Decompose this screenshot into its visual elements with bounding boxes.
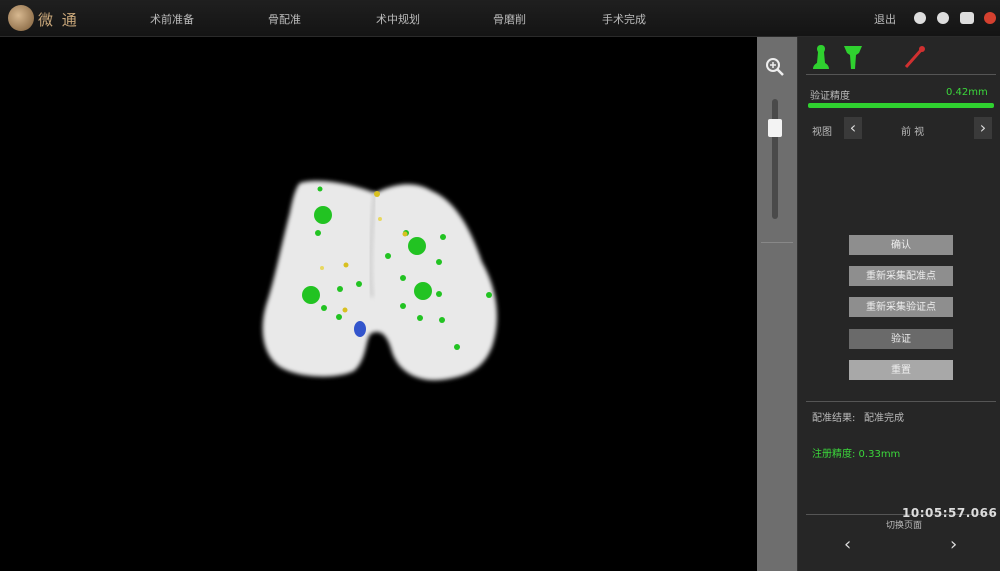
view-label: 视图 xyxy=(812,127,832,138)
zoom-toolbar xyxy=(757,37,797,571)
registration-marker xyxy=(408,237,426,255)
verification-point xyxy=(343,262,349,268)
app-logo xyxy=(8,5,34,31)
registration-point xyxy=(486,292,492,298)
app-logo-text: 微 通 xyxy=(38,11,79,29)
registration-point xyxy=(356,281,362,287)
registration-point xyxy=(400,275,406,281)
registration-point xyxy=(436,291,442,297)
verification-point xyxy=(342,307,348,313)
registration-marker xyxy=(414,282,432,300)
exit-label[interactable]: 退出 xyxy=(874,11,896,27)
verification-point xyxy=(378,217,382,221)
view-prev-button[interactable]: ‹ xyxy=(844,117,862,139)
registration-point xyxy=(336,314,342,320)
femur-condyle-surface xyxy=(262,180,497,381)
femur-tool-icon[interactable] xyxy=(808,43,834,71)
registration-point xyxy=(440,234,446,240)
probe-tip-marker xyxy=(354,321,366,337)
registration-point xyxy=(417,315,423,321)
settings-icon[interactable] xyxy=(937,12,949,24)
verification-point xyxy=(320,266,324,270)
registration-marker xyxy=(314,206,332,224)
verify-button[interactable]: 验证 xyxy=(849,329,953,349)
zoom-slider-track[interactable] xyxy=(772,99,778,219)
recollect-verification-button[interactable]: 重新采集验证点 xyxy=(849,297,953,317)
registration-point xyxy=(337,286,343,292)
nav-tab-registration[interactable]: 骨配准 xyxy=(268,11,301,27)
registration-result: 注册精度: 0.33mm xyxy=(812,449,901,460)
camera-icon[interactable] xyxy=(960,12,974,24)
nav-tab-planning[interactable]: 术中规划 xyxy=(376,11,420,27)
registration-point xyxy=(321,305,327,311)
registration-marker xyxy=(302,286,320,304)
probe-tool-icon[interactable] xyxy=(902,43,928,71)
page-prev-button[interactable]: ‹ xyxy=(844,534,851,555)
nav-tab-complete[interactable]: 手术完成 xyxy=(602,11,646,27)
registration-point xyxy=(317,186,323,192)
confirm-button[interactable]: 确认 xyxy=(849,235,953,255)
page-switch-label: 切换页面 xyxy=(886,521,923,531)
user-icon[interactable] xyxy=(914,12,926,24)
panel-divider xyxy=(806,401,996,402)
page-next-button[interactable]: › xyxy=(950,534,957,555)
registration-point xyxy=(385,253,391,259)
nav-tab-milling[interactable]: 骨磨削 xyxy=(493,11,526,27)
verification-point xyxy=(374,191,380,197)
verification-point xyxy=(402,231,408,237)
registration-point xyxy=(400,303,406,309)
view-next-button[interactable]: › xyxy=(974,117,992,139)
3d-viewport[interactable] xyxy=(0,37,757,571)
accuracy-bar xyxy=(808,103,994,108)
registration-point xyxy=(454,344,460,350)
recollect-registration-button[interactable]: 重新采集配准点 xyxy=(849,266,953,286)
close-icon[interactable] xyxy=(984,12,996,24)
zoom-divider xyxy=(761,242,793,243)
view-value: 前 视 xyxy=(901,127,925,138)
status-value: 配准完成 xyxy=(864,413,904,424)
registration-point xyxy=(436,259,442,265)
control-panel: 验证精度 0.42mm 视图 ‹ 前 视 › 确认 重新采集配准点 重新采集验证… xyxy=(797,37,1000,571)
top-bar: 微 通 术前准备 骨配准 术中规划 骨磨削 手术完成 退出 xyxy=(0,0,1000,37)
zoom-icon[interactable] xyxy=(765,57,785,77)
panel-divider xyxy=(806,74,996,75)
bone-model[interactable] xyxy=(0,37,757,571)
tibia-tool-icon[interactable] xyxy=(840,43,866,71)
status-title: 配准结果: xyxy=(812,413,856,424)
accuracy-label: 验证精度 xyxy=(810,91,850,102)
registration-point xyxy=(439,317,445,323)
accuracy-value: 0.42mm xyxy=(946,87,988,98)
registration-point xyxy=(315,230,321,236)
reset-button[interactable]: 重置 xyxy=(849,360,953,380)
zoom-slider-handle[interactable] xyxy=(768,119,782,137)
nav-tab-preop[interactable]: 术前准备 xyxy=(150,11,194,27)
